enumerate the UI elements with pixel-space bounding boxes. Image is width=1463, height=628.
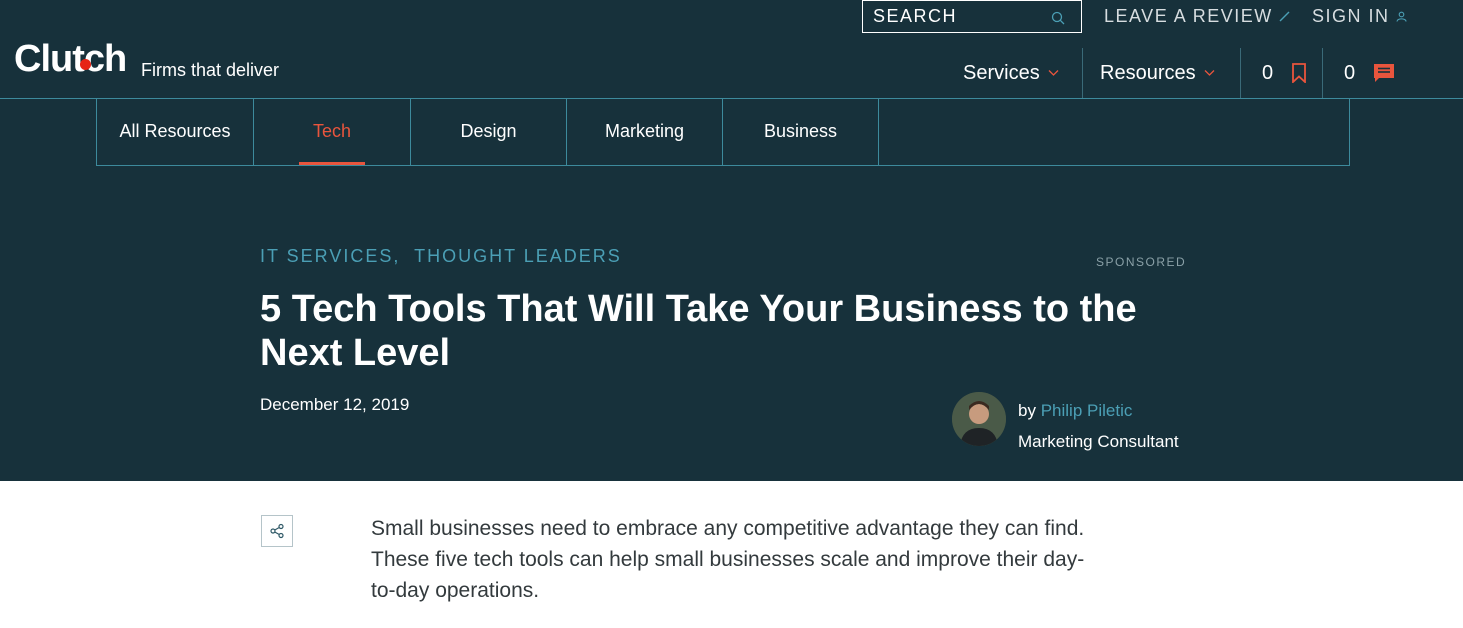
sign-in-label: SIGN IN	[1312, 6, 1390, 26]
nav-divider	[1240, 48, 1241, 98]
tab-all-resources[interactable]: All Resources	[97, 98, 254, 165]
chevron-down-icon	[1048, 70, 1059, 76]
article-categories: IT SERVICES, THOUGHT LEADERS	[260, 246, 622, 267]
nav-divider	[1322, 48, 1323, 98]
pencil-icon	[1279, 11, 1290, 22]
tab-business[interactable]: Business	[723, 98, 879, 165]
logo-tagline: Firms that deliver	[141, 60, 280, 80]
services-menu[interactable]: Services	[963, 48, 1059, 98]
share-button[interactable]	[261, 515, 293, 547]
saved-button[interactable]: 0	[1262, 48, 1307, 98]
author-avatar[interactable]	[952, 392, 1006, 446]
messages-button[interactable]: 0	[1344, 48, 1395, 98]
bookmark-icon	[1292, 63, 1307, 83]
article-title: 5 Tech Tools That Will Take Your Busines…	[260, 288, 1137, 374]
search-box[interactable]	[862, 0, 1082, 33]
resource-tabs: All Resources Tech Design Marketing Busi…	[96, 98, 1350, 166]
services-label: Services	[963, 61, 1040, 84]
author-photo	[952, 392, 1006, 446]
tab-design[interactable]: Design	[411, 98, 567, 165]
leave-review-label: LEAVE A REVIEW	[1104, 6, 1273, 26]
category-thought-leaders[interactable]: THOUGHT LEADERS	[414, 246, 622, 266]
resources-menu[interactable]: Resources	[1100, 48, 1215, 98]
logo-dot	[80, 59, 91, 70]
author-info: by Philip Piletic Marketing Consultant	[1018, 395, 1179, 457]
site-header: LEAVE A REVIEW SIGN IN Clutch Firms that…	[0, 0, 1463, 481]
tab-marketing[interactable]: Marketing	[567, 98, 723, 165]
search-input[interactable]	[873, 5, 1043, 28]
active-tab-indicator	[299, 162, 365, 165]
author-role: Marketing Consultant	[1018, 432, 1179, 451]
category-it-services[interactable]: IT SERVICES,	[260, 246, 400, 266]
resources-label: Resources	[1100, 61, 1196, 84]
chat-icon	[1374, 64, 1395, 82]
tab-tech[interactable]: Tech	[254, 98, 411, 165]
search-icon[interactable]	[1051, 11, 1065, 25]
share-icon	[270, 523, 284, 539]
article-intro: Small businesses need to embrace any com…	[371, 517, 1085, 602]
sign-in-link[interactable]: SIGN IN	[1312, 6, 1407, 27]
article-date: December 12, 2019	[260, 395, 410, 414]
leave-review-link[interactable]: LEAVE A REVIEW	[1104, 6, 1290, 27]
user-icon	[1395, 11, 1407, 22]
sponsored-label: SPONSORED	[1096, 255, 1187, 269]
saved-count: 0	[1262, 61, 1274, 84]
nav-divider	[1082, 48, 1083, 98]
clutch-logo[interactable]: Clutch	[14, 38, 127, 81]
messages-count: 0	[1344, 61, 1356, 84]
chevron-down-icon	[1204, 70, 1215, 76]
author-prefix: by	[1018, 401, 1036, 420]
author-name-link[interactable]: Philip Piletic	[1041, 401, 1133, 420]
